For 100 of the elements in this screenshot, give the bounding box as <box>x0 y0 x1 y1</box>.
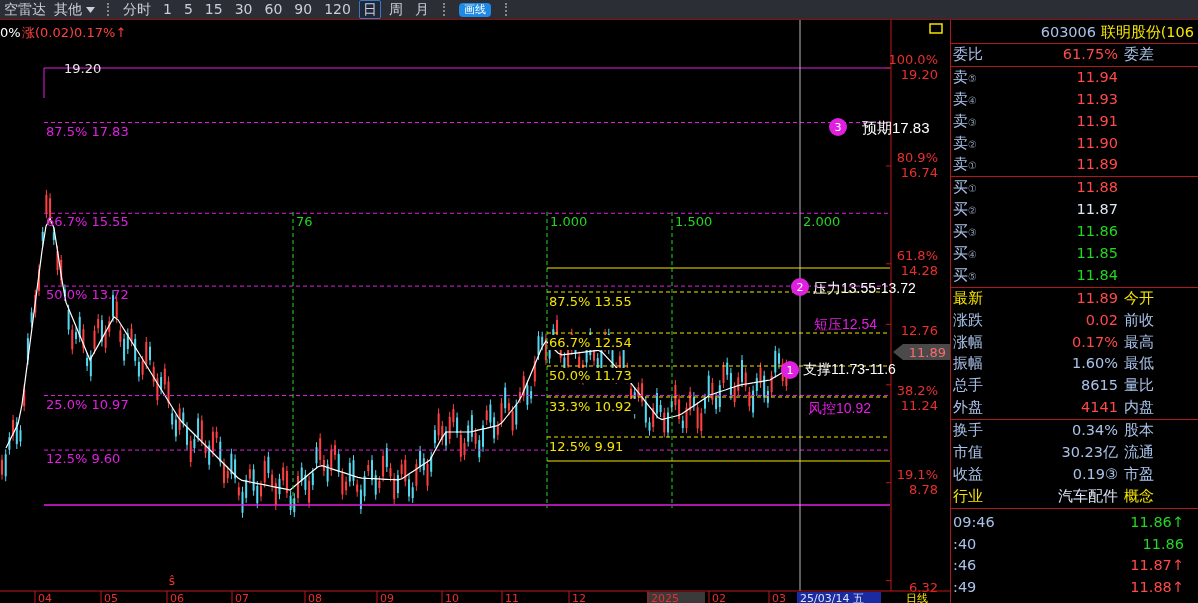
quote-value: 30.23亿 <box>1060 443 1119 463</box>
period-tab[interactable]: 120 <box>320 0 355 19</box>
order-level-label: 买② <box>953 200 978 220</box>
quote-value: 0.02 <box>1084 310 1119 330</box>
marker-label: 支撑11.73-11.6 <box>803 361 896 377</box>
period-tab[interactable]: 1 <box>159 0 176 19</box>
month-label: 05 <box>104 592 118 603</box>
marker-label: 预期17.83 <box>862 119 930 136</box>
axis-percent-label: 100.0% <box>888 52 938 67</box>
order-level-label: 卖⑤ <box>953 67 978 87</box>
axis-tick <box>885 263 892 265</box>
quote-value: 4141 <box>1080 398 1119 418</box>
month-label: 11 <box>505 592 519 603</box>
marker-badge: 1 <box>781 361 799 379</box>
month-label: 09 <box>380 592 394 603</box>
ratio-label: 委比 <box>953 45 984 64</box>
quote-label: 收益 <box>953 464 984 484</box>
period-tab[interactable]: 周 <box>384 0 407 19</box>
axis-percent-label: 19.1% <box>896 466 938 482</box>
axis-tick <box>885 580 892 582</box>
level-note: 风控10.92 <box>808 400 872 416</box>
quote-value: 11.89 <box>1075 288 1119 308</box>
month-label: 06 <box>170 592 184 603</box>
order-level-label: 买④ <box>953 244 978 263</box>
period-tab[interactable]: 日 <box>358 0 381 19</box>
month-label: 12 <box>572 592 586 603</box>
fib-level-label: 33.3% 10.92 <box>549 399 632 414</box>
order-level-label: 卖② <box>953 133 978 153</box>
fib-level-label: 66.7% 12.54 <box>549 335 632 350</box>
month-label: 10 <box>445 592 459 603</box>
time-ratio-label: 2.000 <box>803 214 841 229</box>
period-tab[interactable]: 60 <box>260 0 287 19</box>
cursor-date-tag: 25/03/14 五 <box>797 592 881 603</box>
marker-badge: 3 <box>829 118 847 136</box>
tick-price: 11.86↑ <box>1129 512 1185 532</box>
quote-label: 最低 <box>1124 354 1155 374</box>
order-price: 11.94 <box>1075 67 1119 87</box>
square-icon[interactable] <box>929 23 943 34</box>
order-price: 11.91 <box>1075 111 1119 131</box>
period-tab[interactable]: 分时 <box>119 0 155 19</box>
tick-time: :49 <box>953 578 978 598</box>
order-price: 11.90 <box>1075 133 1119 153</box>
axis-tick <box>885 323 892 325</box>
month-label: 08 <box>308 592 322 603</box>
period-tab[interactable]: 月 <box>410 0 433 19</box>
order-level-label: 买③ <box>953 222 978 242</box>
period-tab[interactable]: 15 <box>200 0 227 19</box>
month-label: 2025 <box>651 592 679 603</box>
quote-label: 最新 <box>953 288 984 308</box>
period-tab[interactable]: 30 <box>230 0 257 19</box>
order-level-label: 买① <box>953 178 978 198</box>
current-price-tag: 11.89 <box>893 344 950 360</box>
quote-label: 外盘 <box>953 398 984 418</box>
toolbar-label[interactable]: 空雷达 <box>0 0 50 19</box>
period-tab[interactable]: 5 <box>179 0 197 19</box>
menu-button[interactable]: 其他 <box>50 0 86 19</box>
fib-level-label: 25.0% 10.97 <box>46 396 129 412</box>
quote-value: 1.60% <box>1070 354 1119 374</box>
month-label: 04 <box>38 592 52 603</box>
tick-price: 11.87↑ <box>1129 556 1185 576</box>
caret-icon[interactable] <box>86 6 95 13</box>
draw-line-button[interactable]: 画线 <box>458 2 491 17</box>
marker-badge: 2 <box>791 278 809 296</box>
axis-price-label: 8.78 <box>909 481 938 497</box>
period-label: 日线 <box>906 592 928 603</box>
tick-time: :40 <box>953 534 978 554</box>
month-label: 07 <box>235 592 249 603</box>
order-price: 11.87 <box>1075 200 1119 220</box>
period-tab[interactable]: 90 <box>290 0 317 19</box>
order-price: 11.93 <box>1075 89 1119 109</box>
axis-price-label: 12.76 <box>900 323 938 339</box>
order-price: 11.86 <box>1075 222 1119 242</box>
axis-price-label: 16.74 <box>900 164 938 180</box>
ratio-label: 委差 <box>1124 45 1155 64</box>
quote-label: 量比 <box>1124 376 1155 396</box>
event-mark: ŝ <box>168 574 176 588</box>
order-price: 11.89 <box>1075 155 1119 175</box>
tick-time: 09:46 <box>953 512 996 532</box>
quote-label: 股本 <box>1124 421 1155 441</box>
level-note: 短压12.54 <box>814 316 878 332</box>
quote-label: 振幅 <box>953 354 984 374</box>
axis-tick <box>885 384 892 386</box>
year-tag <box>647 592 705 603</box>
order-price: 11.84 <box>1075 265 1119 285</box>
quote-label: 市盈 <box>1124 464 1155 484</box>
order-level-label: 买⑤ <box>953 265 978 285</box>
fib-level-label: 87.5% 13.55 <box>549 294 632 309</box>
tick-time: :46 <box>953 556 978 576</box>
axis-percent-label: 80.9% <box>896 149 938 165</box>
tick-price: 11.88↑ <box>1129 578 1185 598</box>
ratio-value: 61.75% <box>1061 45 1119 64</box>
fib-level-label: 87.5% 17.83 <box>46 123 129 139</box>
axis-price-label: 14.28 <box>900 262 938 278</box>
axis-price-label: 11.24 <box>900 397 938 413</box>
quote-label: 概念 <box>1124 486 1155 506</box>
order-price: 11.85 <box>1075 244 1119 263</box>
stock-name: 联明股份(106 <box>1100 24 1194 40</box>
quote-label: 总手 <box>953 376 984 396</box>
quote-label: 行业 <box>953 486 984 506</box>
quote-label: 最高 <box>1124 332 1155 352</box>
